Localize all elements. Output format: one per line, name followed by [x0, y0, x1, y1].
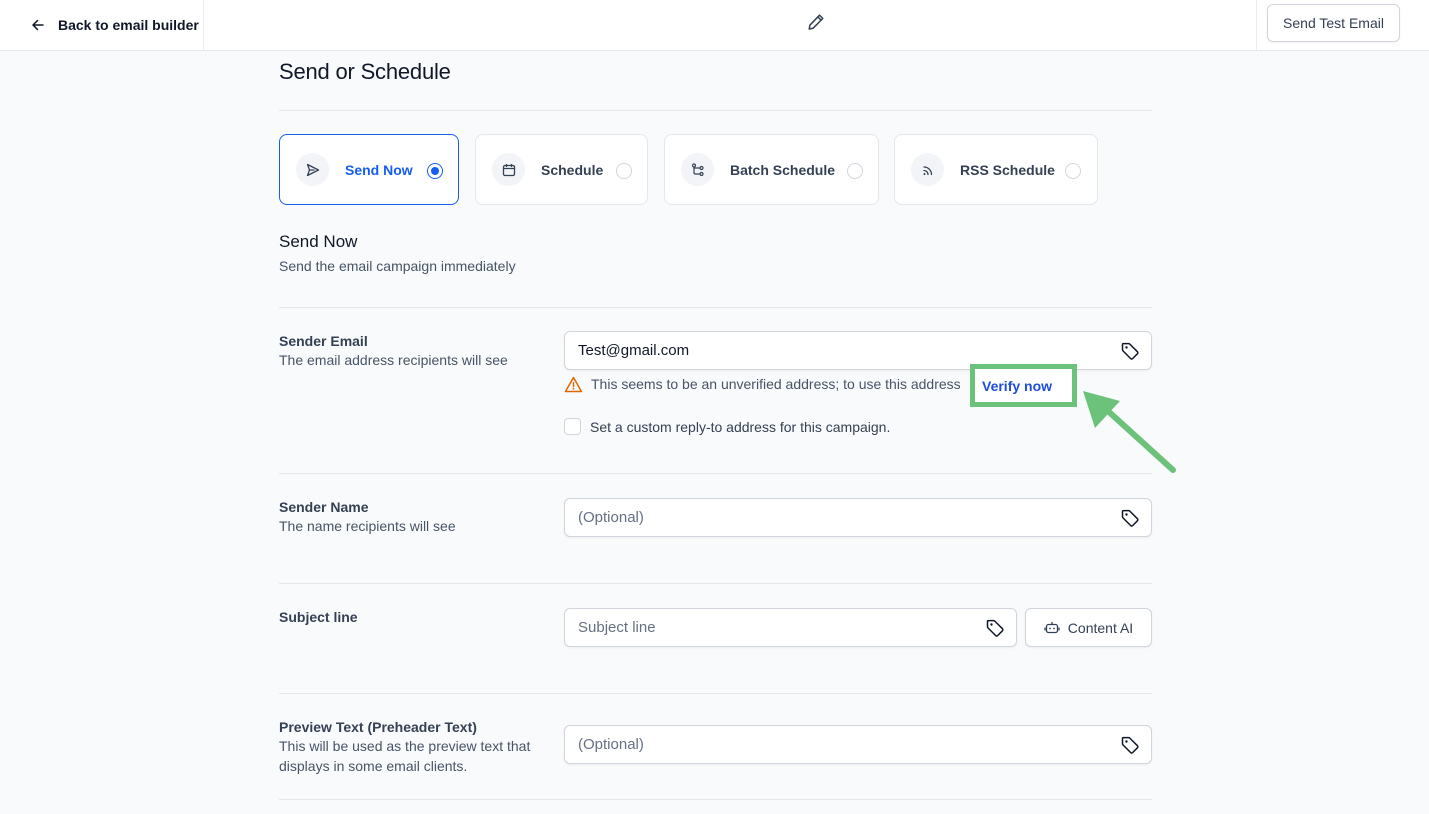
sender-name-field[interactable]: (Optional) — [564, 498, 1152, 537]
subject-line-field[interactable]: Subject line — [564, 608, 1017, 647]
warning-icon — [564, 376, 583, 392]
reply-to-row: Set a custom reply-to address for this c… — [564, 418, 890, 435]
verify-now-highlight: Verify now — [970, 364, 1077, 407]
tag-icon[interactable] — [1120, 341, 1140, 361]
top-bar: Back to email builder Send Test Email — [0, 0, 1429, 51]
arrow-left-icon — [32, 19, 44, 31]
preview-text-label: Preview Text (Preheader Text) — [279, 719, 477, 735]
divider — [279, 473, 1152, 474]
sender-name-label: Sender Name — [279, 499, 369, 515]
reply-to-label: Set a custom reply-to address for this c… — [590, 418, 891, 435]
option-label: RSS Schedule — [960, 161, 1055, 178]
robot-icon — [1044, 621, 1060, 633]
pencil-icon[interactable] — [806, 12, 826, 32]
sender-name-help: The name recipients will see — [279, 518, 456, 534]
radio-rss-schedule[interactable] — [1065, 163, 1081, 179]
subject-line-label: Subject line — [279, 609, 358, 625]
send-test-email-button[interactable]: Send Test Email — [1267, 4, 1400, 42]
rss-icon — [911, 153, 944, 186]
section-subtitle: Send the email campaign immediately — [279, 258, 516, 274]
unverified-warning: This seems to be an unverified address; … — [564, 374, 961, 394]
divider — [279, 693, 1152, 694]
header-divider — [1256, 0, 1257, 50]
warning-text: This seems to be an unverified address; … — [591, 376, 961, 392]
divider — [279, 307, 1152, 308]
sender-email-label: Sender Email — [279, 333, 368, 349]
option-send-now[interactable]: Send Now — [279, 134, 459, 205]
sender-name-placeholder: (Optional) — [578, 509, 644, 526]
annotation-arrow-icon — [1083, 391, 1176, 473]
option-label: Batch Schedule — [730, 161, 836, 178]
reply-to-checkbox[interactable] — [564, 418, 581, 435]
divider — [279, 583, 1152, 584]
sender-email-help: The email address recipients will see — [279, 352, 508, 368]
back-label: Back to email builder — [58, 17, 199, 33]
preview-text-help: This will be used as the preview text th… — [279, 738, 531, 774]
option-batch-schedule[interactable]: Batch Schedule — [664, 134, 879, 205]
section-title: Send Now — [279, 232, 358, 251]
content-ai-label: Content AI — [1067, 619, 1134, 636]
content-ai-button[interactable]: Content AI — [1025, 608, 1152, 647]
option-label: Schedule — [541, 161, 604, 178]
option-label: Send Now — [345, 161, 413, 178]
tag-icon[interactable] — [1120, 508, 1140, 528]
back-to-email-builder-button[interactable]: Back to email builder — [0, 0, 204, 50]
radio-schedule[interactable] — [616, 163, 632, 179]
option-schedule[interactable]: Schedule — [475, 134, 648, 205]
verify-now-link[interactable]: Verify now — [982, 378, 1052, 394]
branch-icon — [681, 153, 714, 186]
radio-send-now[interactable] — [427, 163, 443, 179]
preview-text-field[interactable]: (Optional) — [564, 725, 1152, 764]
calendar-icon — [492, 153, 525, 186]
divider — [279, 110, 1152, 111]
radio-batch-schedule[interactable] — [847, 163, 863, 179]
sender-email-value: Test@gmail.com — [578, 342, 690, 359]
subject-line-placeholder: Subject line — [578, 619, 656, 636]
tag-icon[interactable] — [985, 618, 1005, 638]
tag-icon[interactable] — [1120, 735, 1140, 755]
divider — [279, 799, 1152, 800]
preview-text-placeholder: (Optional) — [578, 736, 644, 753]
page-title: Send or Schedule — [279, 59, 451, 84]
option-rss-schedule[interactable]: RSS Schedule — [894, 134, 1098, 205]
send-icon — [296, 153, 329, 186]
